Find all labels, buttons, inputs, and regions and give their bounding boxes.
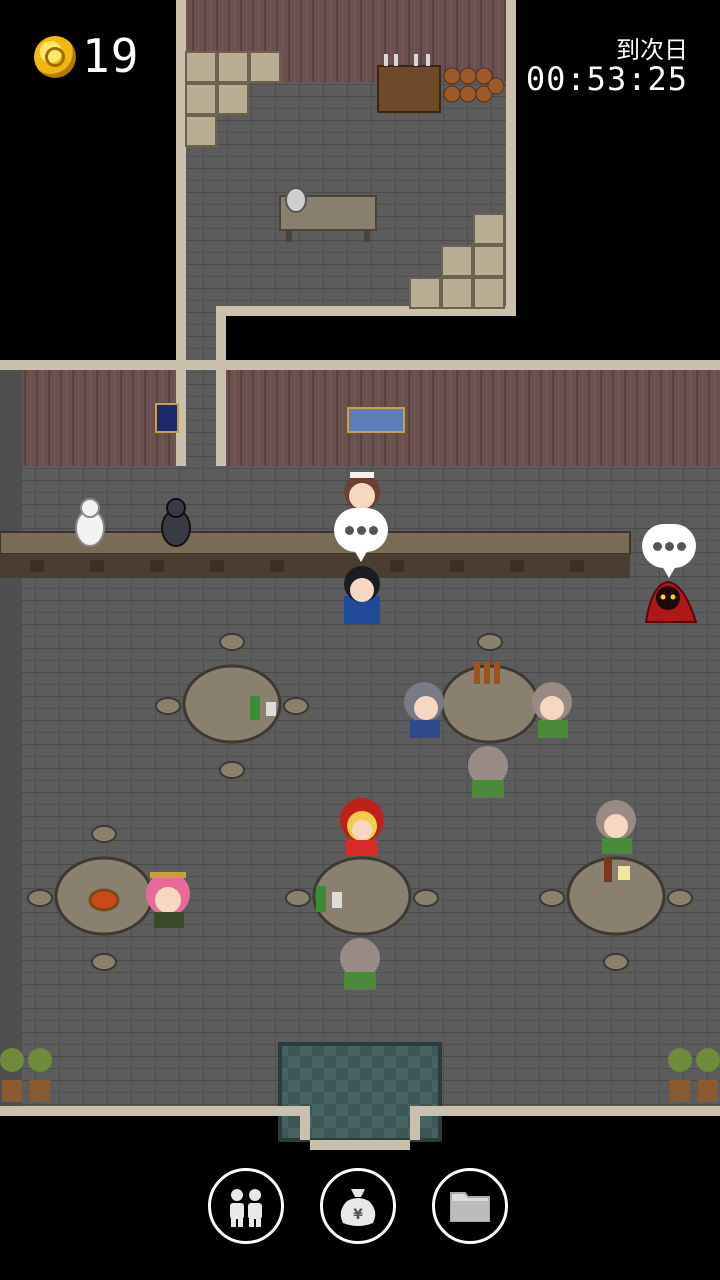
folder-button[interactable] [432, 1168, 508, 1244]
white-cat [75, 498, 105, 547]
coin-count: 19 [82, 29, 140, 83]
folder-icon [450, 1192, 490, 1222]
table [566, 856, 666, 936]
game-map[interactable] [0, 0, 720, 1160]
npc-gray-hair [404, 682, 444, 738]
table [312, 856, 412, 936]
money-bag-button[interactable]: ¥ [320, 1168, 396, 1244]
npc-waitress-right [532, 682, 572, 738]
countdown-timer: 00:53:25 [525, 60, 688, 98]
money-bag-icon: ¥ [340, 1189, 376, 1226]
bubble-dot [665, 542, 674, 551]
wall-frame-blue [155, 403, 179, 433]
npc-waitress-back [468, 746, 508, 798]
wall-painting [347, 407, 405, 433]
svg-text:¥: ¥ [353, 1207, 363, 1223]
bubble-dot [653, 542, 662, 551]
people-icon [230, 1189, 262, 1227]
table [182, 664, 282, 744]
black-cat [161, 498, 191, 547]
bubble-dot [677, 542, 686, 551]
speech-bubble [334, 508, 388, 562]
gold-coin-icon [34, 36, 76, 78]
npc-waitress-lower [340, 938, 380, 990]
npc-waitress-front [596, 800, 636, 854]
coin-ring [45, 47, 65, 67]
player-character [344, 566, 380, 624]
bubble-dot [345, 526, 354, 535]
vase [285, 187, 307, 213]
npc-blonde-red-hood [340, 798, 384, 856]
speech-bubble [642, 524, 696, 578]
party-button[interactable] [208, 1168, 284, 1244]
bubble-dot [369, 526, 378, 535]
bubble-dot [357, 526, 366, 535]
